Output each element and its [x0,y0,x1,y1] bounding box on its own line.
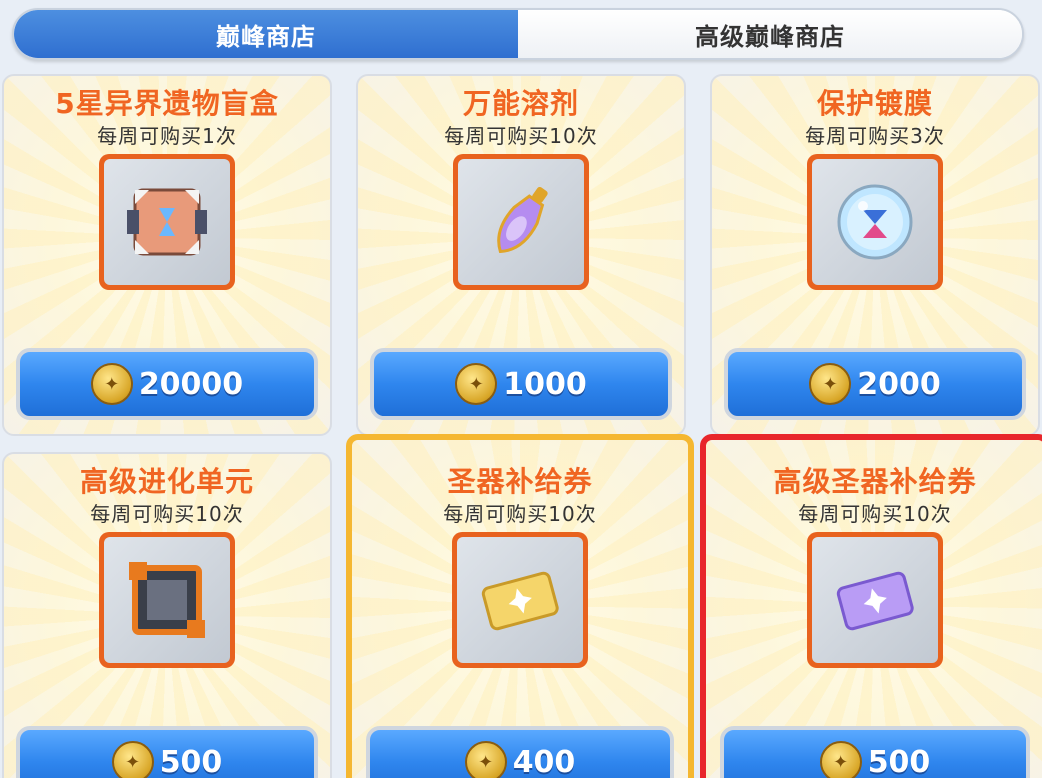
potion-bottle-icon [497,186,548,254]
coin-icon: ✦ [455,363,498,405]
item-icon-frame [807,532,943,668]
item-price: 400 [512,744,576,778]
shop-item-card-highlighted[interactable]: 圣器补给券 每周可购买10次 ✦ 400 [346,434,694,778]
tab-peak-shop[interactable]: 巅峰商店 [14,10,518,58]
shop-item-card[interactable]: 保护镀膜 每周可购买3次 ✦ 2000 [710,74,1040,436]
shop-tabs: 巅峰商店 高级巅峰商店 [12,8,1024,60]
shop-item-card[interactable]: 万能溶剂 每周可购买10次 ✦ 1000 [356,74,686,436]
item-price: 2000 [857,366,941,402]
item-price: 500 [159,744,223,778]
item-title: 5星异界遗物盲盒 [55,87,279,120]
item-title: 高级进化单元 [79,465,254,498]
tab-advanced-peak-shop[interactable]: 高级巅峰商店 [518,10,1022,58]
item-icon-frame [99,154,235,290]
purchase-limit: 每周可购买3次 [805,124,945,148]
buy-button[interactable]: ✦ 400 [366,726,674,778]
purchase-limit: 每周可购买10次 [90,502,244,526]
buy-button[interactable]: ✦ 500 [16,726,318,778]
item-title: 圣器补给券 [447,465,593,498]
evolution-unit-icon [129,562,205,638]
item-icon-frame [453,154,589,290]
buy-button[interactable]: ✦ 2000 [724,348,1026,420]
buy-button[interactable]: ✦ 20000 [16,348,318,420]
protective-orb-icon [837,184,913,260]
item-title: 万能溶剂 [462,87,579,120]
item-icon-frame [452,532,588,668]
coin-icon: ✦ [809,363,852,405]
purple-ticket-icon [836,571,914,631]
item-title: 高级圣器补给券 [773,465,977,498]
purchase-limit: 每周可购买10次 [443,502,597,526]
item-price: 1000 [503,366,587,402]
purchase-limit: 每周可购买10次 [798,502,952,526]
coin-icon: ✦ [111,741,154,778]
relic-box-icon [127,188,207,256]
coin-icon: ✦ [819,741,862,778]
buy-button[interactable]: ✦ 1000 [370,348,672,420]
item-icon-frame [99,532,235,668]
purchase-limit: 每周可购买10次 [444,124,598,148]
item-price: 500 [867,744,931,778]
shop-item-card[interactable]: 5星异界遗物盲盒 每周可购买1次 ✦ 20000 [2,74,332,436]
shop-item-card-highlighted[interactable]: 高级圣器补给券 每周可购买10次 ✦ 500 [700,434,1042,778]
item-title: 保护镀膜 [816,87,933,120]
gold-ticket-icon [481,571,559,631]
item-icon-frame [807,154,943,290]
coin-icon: ✦ [90,363,133,405]
coin-icon: ✦ [464,741,507,778]
shop-item-card[interactable]: 高级进化单元 每周可购买10次 ✦ 500 [2,452,332,778]
item-price: 20000 [138,366,244,402]
buy-button[interactable]: ✦ 500 [720,726,1030,778]
purchase-limit: 每周可购买1次 [97,124,237,148]
